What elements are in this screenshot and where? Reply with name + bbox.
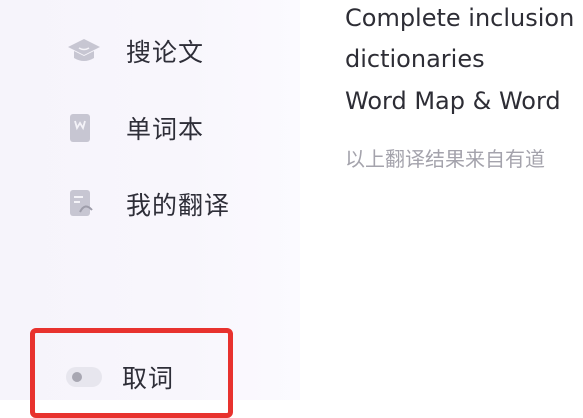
graduation-cap-icon	[66, 32, 104, 70]
sidebar-item-wordbook[interactable]: 单词本	[66, 108, 204, 148]
translation-source-note: 以上翻译结果来自有道	[345, 147, 545, 171]
word-pick-toggle[interactable]	[66, 367, 102, 387]
result-text-line: Complete inclusion	[345, 4, 575, 32]
result-text-line: dictionaries	[345, 45, 485, 73]
result-text-line: Word Map & Word	[345, 87, 561, 115]
translation-result-panel: Complete inclusion dictionaries Word Map…	[300, 0, 583, 400]
sidebar-item-search-papers[interactable]: 搜论文	[66, 31, 204, 71]
sidebar-item-label: 搜论文	[126, 38, 205, 67]
toggle-knob	[72, 372, 82, 382]
sidebar-item-label: 我的翻译	[126, 191, 231, 220]
word-pick-toggle-row[interactable]: 取词	[66, 357, 174, 397]
sidebar: 搜论文 单词本 我的翻译 取词	[0, 0, 300, 418]
translation-doc-icon	[66, 185, 104, 223]
sidebar-item-label: 单词本	[126, 115, 205, 144]
word-pick-label: 取词	[122, 364, 175, 393]
sidebar-item-my-translations[interactable]: 我的翻译	[66, 184, 230, 224]
wordbook-icon	[66, 109, 104, 147]
